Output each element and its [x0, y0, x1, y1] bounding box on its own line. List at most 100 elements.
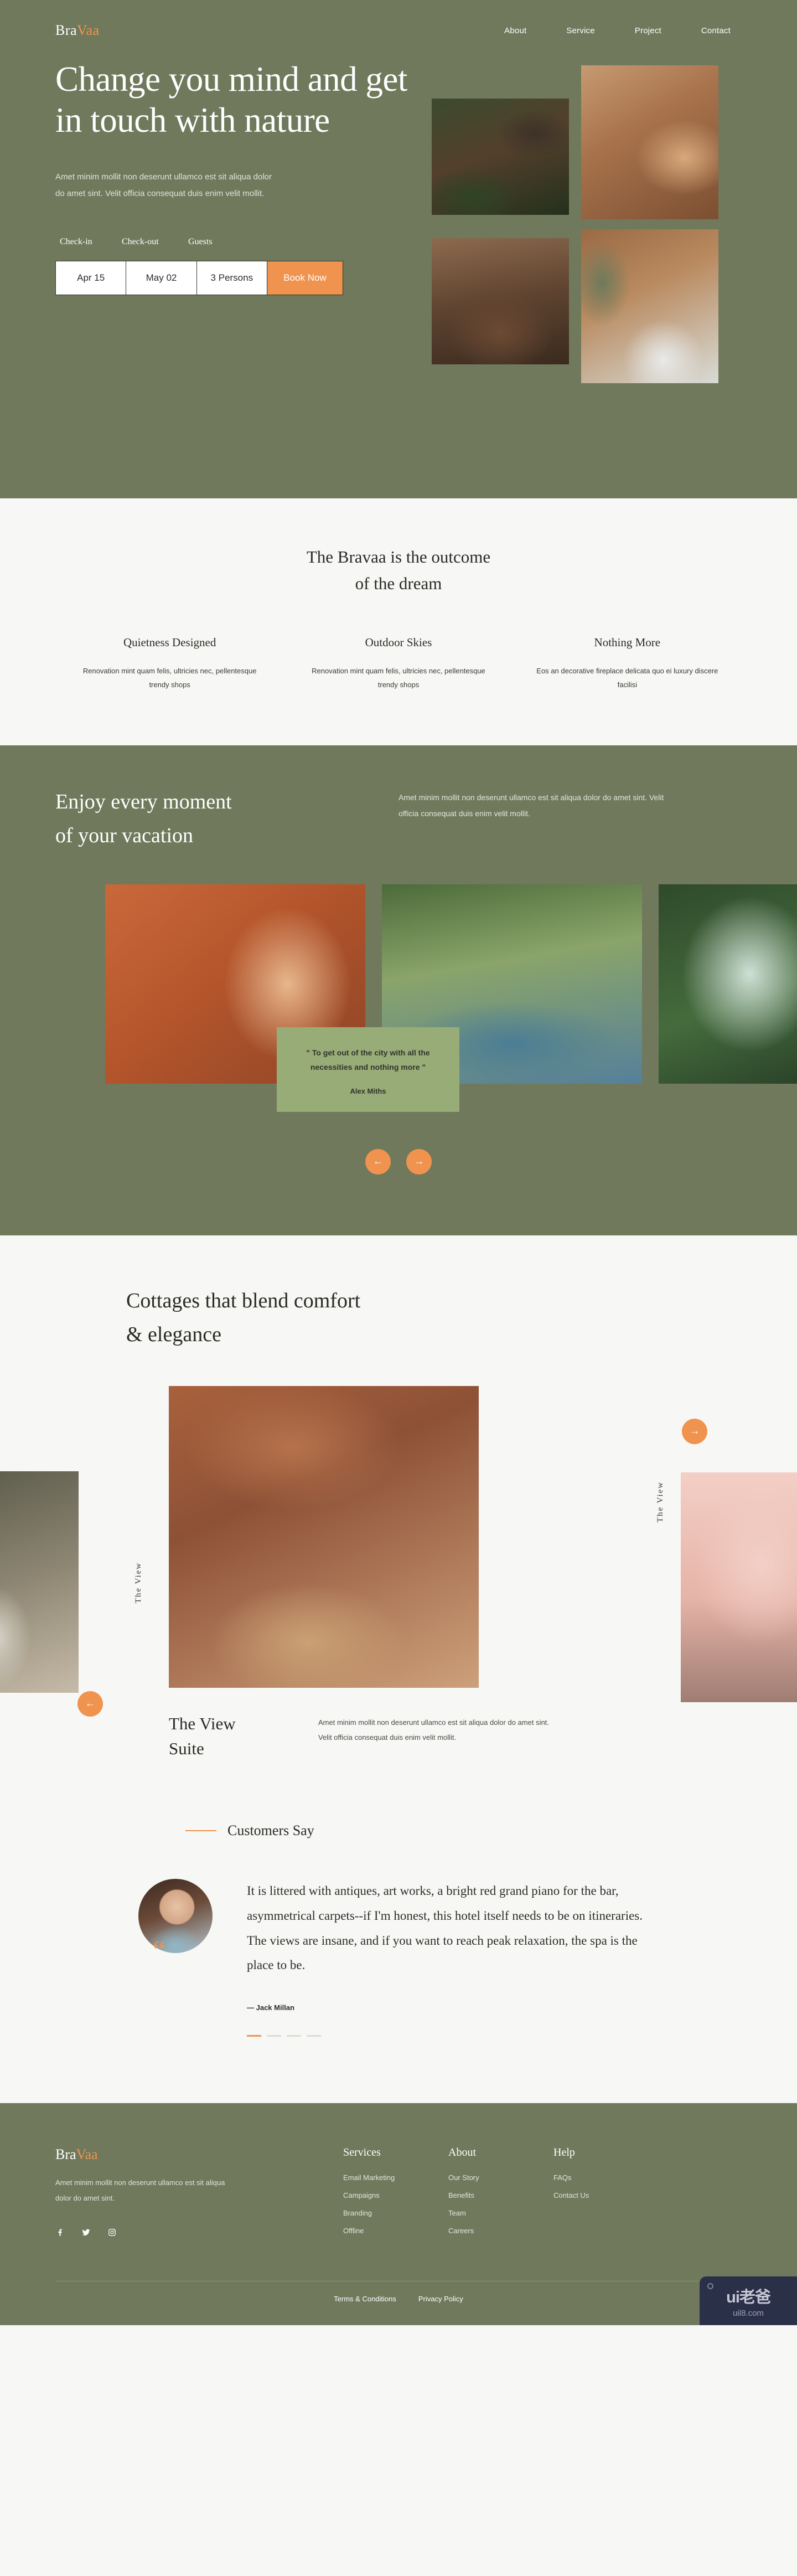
- label-checkin: Check-in: [60, 237, 92, 247]
- privacy-link[interactable]: Privacy Policy: [418, 2295, 463, 2303]
- footer-logo-part-2: Vaa: [76, 2146, 98, 2163]
- outcome-title: The Bravaa is the outcome of the dream: [55, 544, 742, 597]
- enjoy-gallery: " To get out of the city with all the ne…: [0, 884, 797, 1112]
- hero-text-block: Change you mind and get in touch with na…: [55, 59, 410, 296]
- cottages-section: Cottages that blend comfort & elegance T…: [0, 1235, 797, 1761]
- footer-link[interactable]: Email Marketing: [343, 2173, 448, 2182]
- footer-link[interactable]: Contact Us: [553, 2191, 659, 2199]
- label-checkout: Check-out: [122, 237, 159, 247]
- pagination-dot[interactable]: [267, 2035, 281, 2037]
- pagination-dot[interactable]: [247, 2035, 261, 2037]
- book-now-button[interactable]: Book Now: [267, 261, 343, 295]
- footer-column-heading: Services: [343, 2146, 381, 2159]
- logo-part-2: Vaa: [77, 22, 100, 38]
- feature-item: Outdoor Skies Renovation mint quam felis…: [284, 636, 513, 692]
- feature-list: Quietness Designed Renovation mint quam …: [55, 636, 742, 692]
- cottage-slide-label: The View: [134, 1562, 143, 1604]
- enjoy-carousel-controls: ← →: [0, 1149, 797, 1175]
- enjoy-next-arrow-icon[interactable]: →: [406, 1149, 432, 1175]
- pagination-dot[interactable]: [307, 2035, 321, 2037]
- customers-section: Customers Say “ It is littered with anti…: [0, 1761, 797, 2104]
- hero-image-grid: [432, 65, 742, 460]
- nav-item-contact[interactable]: Contact: [701, 26, 731, 35]
- watermark-badge: ui老爸 uil8.com: [700, 2276, 797, 2326]
- footer-column-services: Services Email Marketing Campaigns Brand…: [343, 2146, 448, 2244]
- checkout-field[interactable]: May 02: [126, 261, 197, 295]
- feature-desc: Renovation mint quam felis, ultricies ne…: [82, 667, 257, 689]
- footer-link[interactable]: Careers: [448, 2227, 553, 2235]
- badge-subtitle: uil8.com: [733, 2308, 764, 2318]
- feature-desc: Renovation mint quam felis, ultricies ne…: [312, 667, 485, 689]
- hero-image-forest-cabin: [432, 99, 569, 215]
- decorative-rule: [185, 1830, 216, 1831]
- quote-mark-icon: “: [153, 1935, 166, 1967]
- pagination-dot[interactable]: [287, 2035, 301, 2037]
- cottage-info: The View Suite Amet minim mollit non des…: [0, 1712, 797, 1761]
- footer-link[interactable]: Offline: [343, 2227, 448, 2235]
- cottage-name: The View Suite: [169, 1712, 318, 1761]
- booking-labels: Check-in Check-out Guests: [55, 237, 343, 247]
- footer-column-help: Help FAQs Contact Us: [553, 2146, 659, 2244]
- cottage-slide-label: The View: [656, 1481, 665, 1523]
- testimonial-text: It is littered with antiques, art works,…: [247, 1883, 643, 1972]
- hero-subtitle: Amet minim mollit non deserunt ullamco e…: [55, 172, 272, 199]
- footer-link[interactable]: Benefits: [448, 2191, 553, 2199]
- cottage-slide-next[interactable]: [681, 1472, 797, 1702]
- feature-title: Outdoor Skies: [365, 636, 432, 650]
- footer-link[interactable]: Branding: [343, 2209, 448, 2217]
- cottages-carousel: The View The View → ←: [0, 1384, 797, 1717]
- nav-item-about[interactable]: About: [504, 26, 526, 35]
- footer-brand: BraVaa Amet minim mollit non deserunt ul…: [55, 2146, 343, 2244]
- hero-section: BraVaa About Service Project Contact Cha…: [0, 0, 797, 498]
- avatar-wrap: “: [138, 1878, 216, 2037]
- hero-image-balcony-mountain-view: [581, 65, 718, 219]
- booking-widget: Check-in Check-out Guests Apr 15 May 02 …: [55, 237, 343, 296]
- hero-title: Change you mind and get in touch with na…: [55, 60, 407, 140]
- nav-item-project[interactable]: Project: [635, 26, 661, 35]
- facebook-icon[interactable]: [55, 2228, 65, 2240]
- cottage-slide-previous[interactable]: [0, 1471, 79, 1693]
- enjoy-quote-text: " To get out of the city with all the ne…: [306, 1048, 430, 1072]
- footer-link[interactable]: Our Story: [448, 2173, 553, 2182]
- enjoy-subtitle: Amet minim mollit non deserunt ullamco e…: [398, 792, 664, 818]
- customers-header: Customers Say: [55, 1822, 742, 1839]
- checkin-field[interactable]: Apr 15: [56, 261, 127, 295]
- guests-field[interactable]: 3 Persons: [196, 261, 267, 295]
- site-logo[interactable]: BraVaa: [55, 22, 100, 39]
- enjoy-prev-arrow-icon[interactable]: ←: [365, 1149, 391, 1175]
- cottages-next-arrow-icon[interactable]: →: [682, 1418, 707, 1444]
- enjoy-quote-author: Alex Miths: [350, 1087, 386, 1096]
- footer-logo[interactable]: BraVaa: [55, 2146, 343, 2163]
- nav-links: About Service Project Contact: [504, 26, 742, 35]
- footer-link[interactable]: FAQs: [553, 2173, 659, 2182]
- feature-title: Quietness Designed: [123, 636, 216, 650]
- customers-eyebrow: Customers Say: [227, 1822, 314, 1838]
- footer-top: BraVaa Amet minim mollit non deserunt ul…: [55, 2146, 742, 2244]
- nav-item-service[interactable]: Service: [566, 26, 594, 35]
- hero-image-cabin-bedroom-reading: [581, 229, 718, 383]
- cottage-name-line2: Suite: [169, 1738, 204, 1758]
- footer-link[interactable]: Campaigns: [343, 2191, 448, 2199]
- feature-item: Nothing More Eos an decorative fireplace…: [513, 636, 742, 692]
- label-guests: Guests: [188, 237, 213, 247]
- badge-ring-icon: [707, 2283, 713, 2290]
- enjoy-section: Enjoy every moment of your vacation Amet…: [0, 745, 797, 1236]
- enjoy-quote-card: " To get out of the city with all the ne…: [277, 1027, 459, 1112]
- cottage-slide-active[interactable]: [169, 1385, 479, 1688]
- instagram-icon[interactable]: [107, 2228, 117, 2240]
- footer-link[interactable]: Team: [448, 2209, 553, 2217]
- terms-link[interactable]: Terms & Conditions: [334, 2295, 396, 2303]
- hero-image-snowy-log-cabin: [432, 238, 569, 364]
- testimonial-body: It is littered with antiques, art works,…: [247, 1879, 656, 2037]
- footer-column-about: About Our Story Benefits Team Careers: [448, 2146, 553, 2244]
- cottages-title: Cottages that blend comfort & elegance: [0, 1284, 797, 1352]
- footer-column-heading: Help: [553, 2146, 575, 2159]
- enjoy-title-line2: of your vacation: [55, 823, 194, 847]
- site-footer: BraVaa Amet minim mollit non deserunt ul…: [0, 2103, 797, 2326]
- cottages-prev-arrow-icon[interactable]: ←: [77, 1691, 103, 1717]
- enjoy-title: Enjoy every moment of your vacation: [55, 785, 398, 853]
- top-navigation: BraVaa About Service Project Contact: [0, 0, 797, 39]
- enjoy-title-line1: Enjoy every moment: [55, 790, 232, 813]
- feature-item: Quietness Designed Renovation mint quam …: [55, 636, 284, 692]
- twitter-icon[interactable]: [81, 2228, 91, 2240]
